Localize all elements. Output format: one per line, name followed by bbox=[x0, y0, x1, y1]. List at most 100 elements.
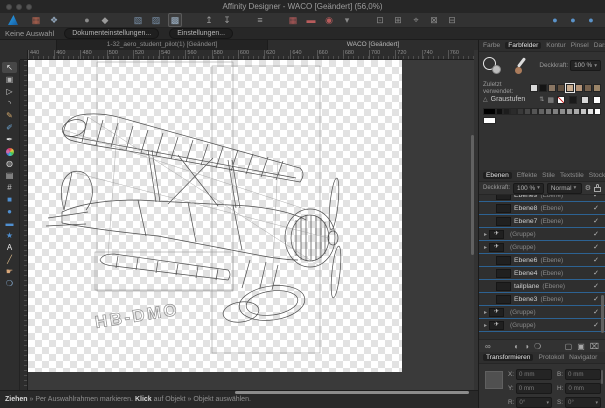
grayscale-swatch[interactable] bbox=[552, 108, 559, 115]
color-swatch[interactable] bbox=[548, 83, 556, 92]
view-mode-pixel-icon[interactable]: ▨ bbox=[150, 14, 162, 26]
rotation-center-icon[interactable]: ◉ bbox=[323, 14, 335, 26]
panel-tab[interactable]: Pinsel bbox=[571, 42, 589, 49]
grayscale-swatch[interactable] bbox=[483, 108, 496, 115]
transform-field-input[interactable]: 0 mm bbox=[565, 369, 601, 380]
show-grid-icon[interactable]: ▦ bbox=[287, 14, 299, 26]
panel-tab[interactable]: Stile bbox=[542, 172, 555, 179]
artboard-tool[interactable]: ▣ bbox=[2, 74, 17, 85]
insert-on-top-icon[interactable]: ● bbox=[585, 14, 597, 26]
no-color-swatch[interactable] bbox=[557, 95, 565, 104]
layer-visibility-checkbox[interactable]: ✓ bbox=[593, 321, 599, 329]
grayscale-swatch[interactable] bbox=[580, 108, 587, 115]
color-swatch[interactable] bbox=[584, 83, 592, 92]
vector-crop-tool[interactable]: # bbox=[2, 182, 17, 193]
grayscale-swatch[interactable] bbox=[496, 108, 503, 115]
layer-row[interactable]: ▸ Ebene6 (Ebene) ✓ bbox=[479, 254, 605, 267]
fill-tool[interactable]: ● bbox=[2, 146, 17, 157]
vertical-ruler[interactable] bbox=[20, 60, 28, 390]
transform-field-input[interactable]: 0 mm bbox=[515, 383, 552, 394]
document-tab[interactable]: WACO [Geändert] bbox=[268, 40, 478, 50]
palette-stepper-icon[interactable]: ⇅ bbox=[539, 96, 544, 103]
layer-row[interactable]: ▸ tailplane (Ebene) ✓ bbox=[479, 280, 605, 293]
rectangle-tool[interactable]: ■ bbox=[2, 194, 17, 205]
color-swatch[interactable] bbox=[530, 83, 538, 92]
panel-tab[interactable]: Farbe bbox=[483, 42, 500, 49]
dropdown-caret-icon[interactable]: ▾ bbox=[341, 14, 353, 26]
transparency-tool[interactable]: ◍ bbox=[2, 158, 17, 169]
transform-field-input[interactable]: 0° bbox=[516, 397, 552, 408]
insert-inside-icon[interactable]: ● bbox=[567, 14, 579, 26]
layer-row[interactable]: ▸ ✈ (Gruppe) ✓ bbox=[479, 228, 605, 241]
cycle-selection-box-icon[interactable]: ⊞ bbox=[392, 14, 404, 26]
opacity-dropdown[interactable]: 100 % ▾ bbox=[570, 60, 601, 71]
swatch-grid-icon[interactable]: ▦ bbox=[547, 96, 554, 104]
fill-stroke-selector[interactable] bbox=[483, 56, 509, 78]
disclosure-arrow-icon[interactable]: ▸ bbox=[484, 231, 487, 238]
grayscale-swatch[interactable] bbox=[559, 108, 566, 115]
layer-row[interactable]: ▸ ✈ (Gruppe) ✓ bbox=[479, 306, 605, 319]
layer-visibility-checkbox[interactable]: ✓ bbox=[593, 204, 599, 212]
layer-row[interactable]: ▸ Ebene8 (Ebene) ✓ bbox=[479, 202, 605, 215]
layer-visibility-checkbox[interactable]: ✓ bbox=[593, 195, 599, 199]
horizontal-ruler[interactable]: 440 460 480 500 520 540 560 580 600 620 640 660 680 7… bbox=[28, 50, 474, 60]
context-toolbar-button[interactable]: Einstellungen... bbox=[169, 28, 234, 39]
layer-row[interactable]: ▸ Ebene3 (Ebene) ✓ bbox=[479, 293, 605, 306]
canvas-vertical-scrollbar[interactable] bbox=[471, 135, 474, 255]
layer-row[interactable]: ▸ Ebene7 (Ebene) ✓ bbox=[479, 215, 605, 228]
disclosure-arrow-icon[interactable]: ▸ bbox=[484, 309, 487, 316]
guides-icon[interactable]: ▬ bbox=[305, 14, 317, 26]
color-swatch[interactable] bbox=[581, 95, 589, 104]
document-tab[interactable]: 1-32_aero_student_pilot(1) [Geändert] bbox=[56, 40, 268, 50]
grayscale-swatch[interactable] bbox=[517, 108, 524, 115]
disclosure-arrow-icon[interactable]: ▸ bbox=[484, 244, 487, 251]
panel-tab[interactable]: Ebenen bbox=[483, 172, 512, 179]
panel-tab[interactable]: Navigator bbox=[569, 354, 597, 361]
layer-visibility-checkbox[interactable]: ✓ bbox=[593, 217, 599, 225]
export-persona-icon[interactable]: ❖ bbox=[48, 14, 60, 26]
diamond-icon[interactable]: ◆ bbox=[99, 14, 111, 26]
transform-separately-icon[interactable]: ⊡ bbox=[374, 14, 386, 26]
color-picker-tool[interactable]: ╱ bbox=[2, 254, 17, 265]
panel-tab[interactable]: Kontur bbox=[546, 42, 565, 49]
color-swatch[interactable] bbox=[565, 82, 575, 93]
gear-icon[interactable]: ⚙ bbox=[585, 184, 591, 192]
panel-tab[interactable]: Stock bbox=[589, 172, 605, 179]
color-swatch[interactable] bbox=[539, 83, 547, 92]
transform-field-input[interactable]: 0 mm bbox=[516, 369, 552, 380]
view-tool[interactable]: ☛ bbox=[2, 266, 17, 277]
star-tool[interactable]: ★ bbox=[2, 230, 17, 241]
lock-icon[interactable] bbox=[594, 184, 601, 192]
place-image-tool[interactable]: ▤ bbox=[2, 170, 17, 181]
transform-scrollbar[interactable] bbox=[601, 370, 603, 384]
grayscale-swatch[interactable] bbox=[503, 108, 510, 115]
grayscale-swatch[interactable] bbox=[510, 108, 517, 115]
canvas[interactable]: HB-DMO bbox=[28, 60, 474, 390]
transform-field-input[interactable]: 0 mm bbox=[565, 383, 601, 394]
blend-mode-dropdown[interactable]: Normal ▾ bbox=[546, 182, 582, 194]
corner-tool[interactable]: ◝ bbox=[2, 98, 17, 109]
panel-tab[interactable]: Transformieren bbox=[483, 354, 534, 361]
alignment-icon[interactable]: ≡ bbox=[254, 14, 266, 26]
transform-field-input[interactable]: 0° bbox=[565, 397, 601, 408]
pencil-tool[interactable]: ✎ bbox=[2, 110, 17, 121]
layer-row[interactable]: ▸ Ebene4 (Ebene) ✓ bbox=[479, 267, 605, 280]
layer-visibility-checkbox[interactable]: ✓ bbox=[593, 243, 599, 251]
move-tool[interactable]: ↖ bbox=[2, 62, 17, 73]
zoom-tool[interactable]: ❍ bbox=[2, 278, 17, 289]
context-toolbar-button[interactable]: Dokumenteinstellungen... bbox=[64, 28, 160, 39]
canvas-horizontal-scrollbar[interactable] bbox=[235, 391, 469, 394]
layer-visibility-checkbox[interactable]: ✓ bbox=[593, 230, 599, 238]
grayscale-swatch[interactable] bbox=[524, 108, 531, 115]
panel-tab[interactable]: Protokoll bbox=[538, 354, 564, 361]
color-picker-well[interactable] bbox=[513, 56, 529, 78]
circle-icon[interactable]: ● bbox=[81, 14, 93, 26]
layer-row[interactable]: ▸ ✈ (Gruppe) ✓ bbox=[479, 241, 605, 254]
grayscale-swatch[interactable] bbox=[483, 117, 496, 124]
grayscale-swatch[interactable] bbox=[545, 108, 552, 115]
view-mode-vector-icon[interactable]: ▧ bbox=[132, 14, 144, 26]
color-swatch[interactable] bbox=[557, 83, 565, 92]
node-tool[interactable]: ▷ bbox=[2, 86, 17, 97]
grayscale-swatch[interactable] bbox=[594, 108, 601, 115]
move-forward-icon[interactable]: ↥ bbox=[203, 14, 215, 26]
